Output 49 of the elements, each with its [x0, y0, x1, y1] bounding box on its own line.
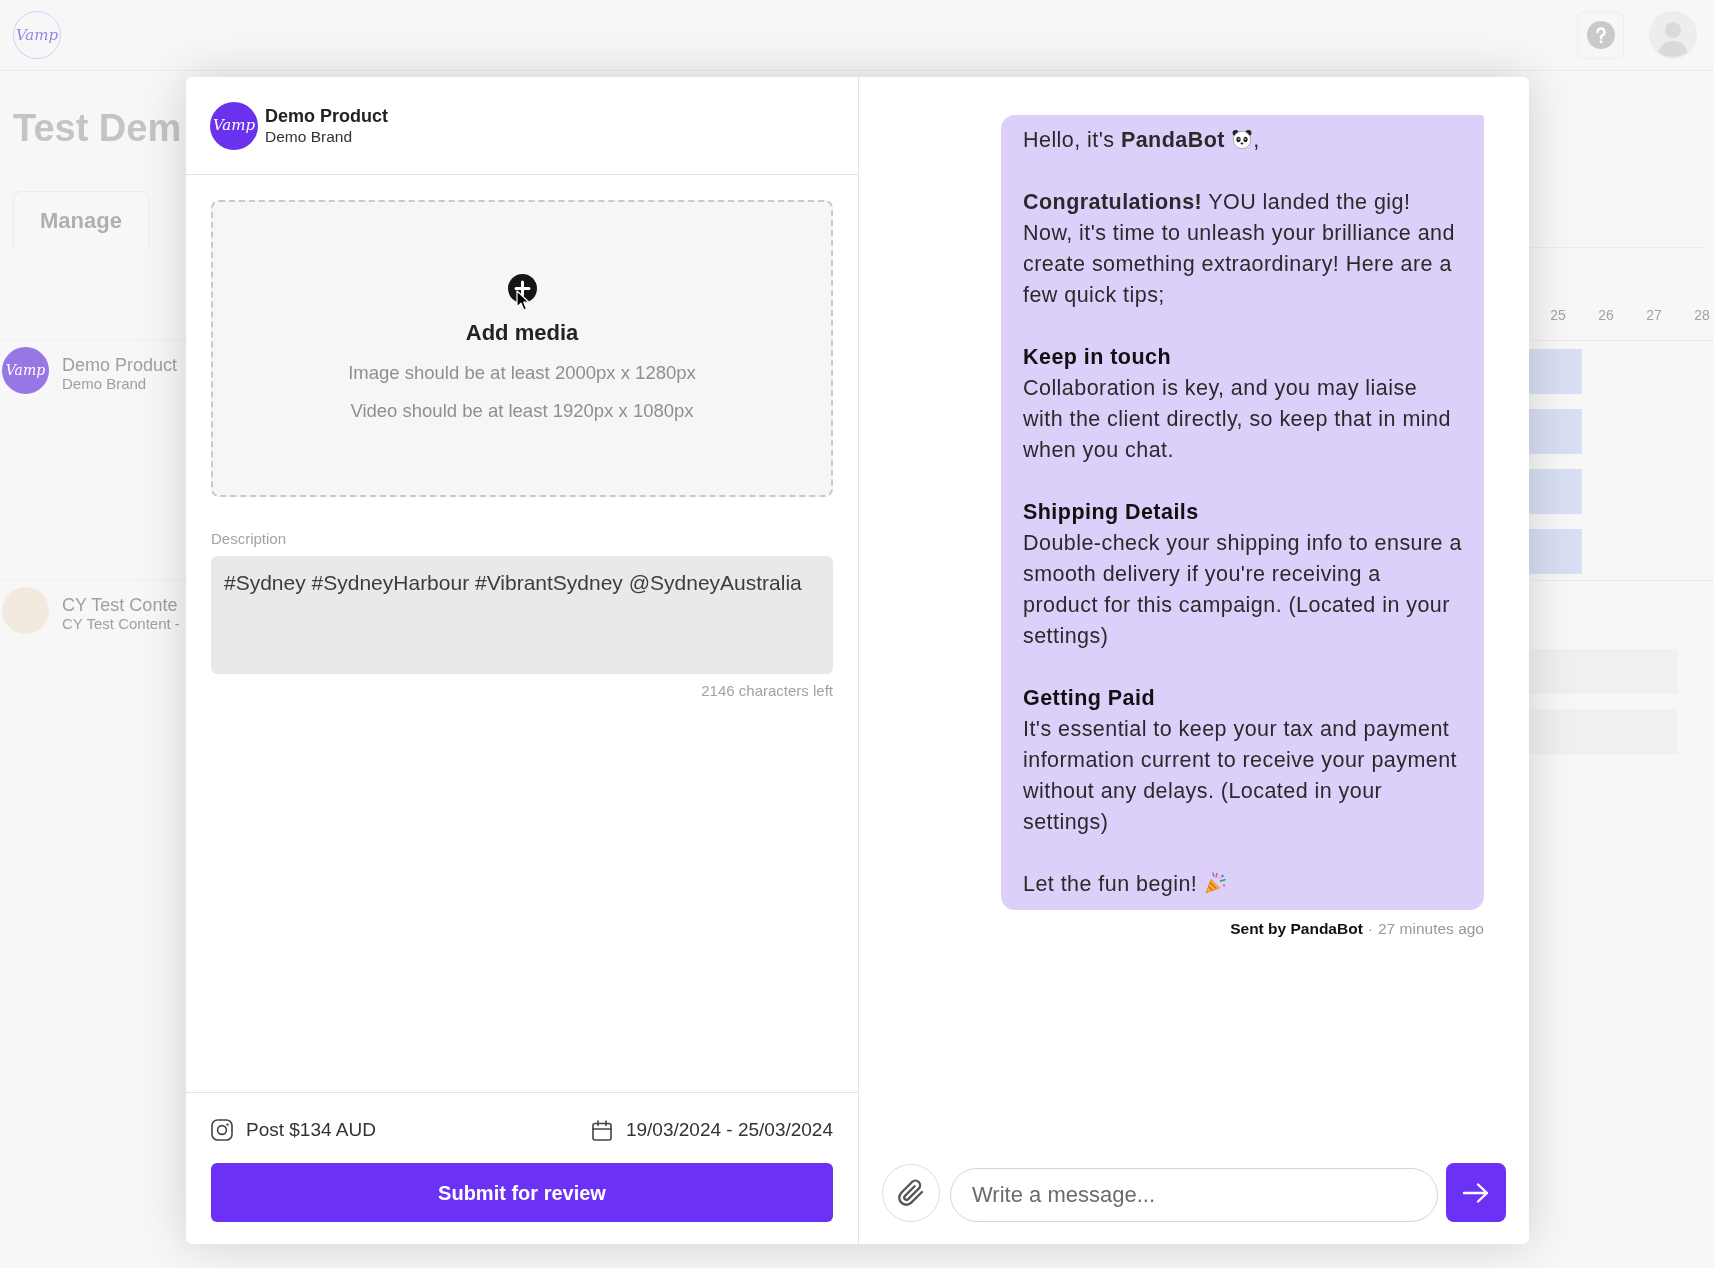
instagram-icon	[211, 1119, 233, 1141]
date-range: 19/03/2024 - 25/03/2024	[625, 1119, 833, 1141]
tip-heading: Shipping Details	[1023, 499, 1200, 526]
submit-button[interactable]: Submit for review	[211, 1163, 833, 1222]
tip-heading: Keep in touch	[1023, 344, 1172, 371]
upload-hint: Image should be at least 2000px x 1280px	[348, 361, 696, 385]
message-text: Congratulations! YOU landed the gig! Now, it's time to unleash your brilliance and create something extraordinary! Here are a few quick tips;	[1023, 189, 1456, 309]
tip-text: Double-check your shipping info to ensure a smooth delivery if you're receiving a product for this campaign. (Located in your settings)	[1023, 530, 1462, 650]
day-label: 25	[1549, 306, 1567, 324]
message-text: Let the fun begin!	[1023, 869, 1462, 900]
timeline-bar	[1529, 469, 1582, 514]
message-time: 27 minutes ago	[1378, 920, 1484, 938]
message-text: Hello, it's PandaBot ,	[1023, 127, 1261, 154]
tip-heading: Getting Paid	[1023, 685, 1157, 712]
upload-hint: Video should be at least 1920px x 1080px	[350, 399, 694, 423]
panda-icon	[1231, 128, 1254, 150]
row-subtitle: Demo Brand	[62, 375, 148, 393]
brand-name: Demo Brand	[265, 126, 353, 147]
calendar-icon	[591, 1119, 612, 1141]
brand-logo: Vamp	[210, 101, 258, 150]
upload-title: Add media	[465, 319, 579, 347]
send-button[interactable]	[1446, 1163, 1506, 1222]
tip-text: Collaboration is key, and you may liaise with the client directly, so keep that in mind when you chat.	[1023, 375, 1452, 464]
paperclip-icon	[897, 1179, 925, 1207]
arrow-right-icon	[1462, 1180, 1490, 1205]
day-label: 28	[1693, 306, 1711, 324]
timeline-bar	[1529, 529, 1582, 574]
message-sender: Sent by PandaBot	[1230, 920, 1363, 938]
product-name: Demo Product	[265, 104, 388, 127]
description-field[interactable]: #Sydney #SydneyHarbour #VibrantSydney @SydneyAustralia	[211, 556, 833, 674]
separator-text: ·	[1367, 920, 1373, 938]
mouse-pointer-icon	[515, 290, 530, 311]
row-title: CY Test Conte	[62, 595, 179, 615]
message-input[interactable]: Write a message...	[950, 1168, 1438, 1222]
row-subtitle: CY Test Content -	[62, 615, 180, 633]
help-icon	[1586, 21, 1615, 49]
row-title: Demo Product	[62, 355, 178, 375]
brand-logo: Vamp	[2, 347, 49, 394]
post-price: Post $134 AUD	[246, 1119, 376, 1141]
timeline-bar	[1529, 409, 1582, 454]
media-upload-area[interactable]: Add media Image should be at least 2000px x 1280px Video should be at least 1920px x 1080px	[211, 200, 833, 497]
party-popper-icon	[1203, 871, 1228, 895]
timeline-bar	[1529, 349, 1582, 394]
photo-placeholder	[2, 587, 49, 634]
day-label: 27	[1645, 306, 1663, 324]
day-label: 26	[1597, 306, 1615, 324]
field-label: Description	[211, 530, 288, 547]
character-counter: 2146 characters left	[701, 682, 833, 699]
tip-text: It's essential to keep your tax and payment information current to receive your payment without any delays. (Located in your settings)	[1023, 716, 1458, 836]
